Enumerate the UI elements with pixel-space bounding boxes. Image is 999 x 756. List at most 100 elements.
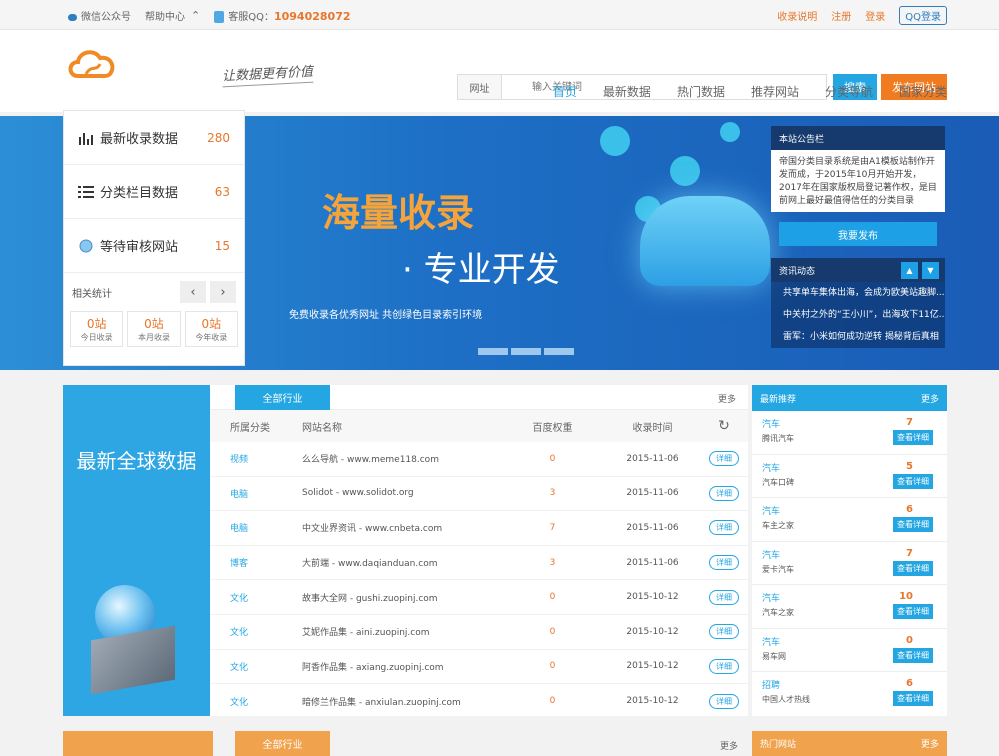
detail-button[interactable]: 详细 xyxy=(709,555,739,571)
data-table: 所属分类 网站名称 百度权重 收录时间 ↻ 视频 么么导航 - www.meme… xyxy=(210,410,748,716)
login-link[interactable]: 登录 xyxy=(865,8,885,23)
nav-home[interactable]: 首页 xyxy=(546,83,583,118)
table-row[interactable]: 电脑 中文业界资讯 - www.cnbeta.com 7 2015-11-06 … xyxy=(210,511,748,546)
detail-button[interactable]: 详细 xyxy=(709,693,739,709)
chevron-down-icon[interactable]: ▼ xyxy=(922,261,939,279)
slider-dots[interactable] xyxy=(478,348,577,355)
hot-more-link[interactable]: 更多 xyxy=(921,737,939,750)
detail-button[interactable]: 详细 xyxy=(709,485,739,501)
chevron-left-icon[interactable]: ‹ xyxy=(180,281,206,303)
hot-sites-header: 热门网站 更多 xyxy=(752,731,947,756)
detail-button[interactable]: 详细 xyxy=(709,589,739,605)
qq-login-button[interactable]: QQ登录 xyxy=(899,6,947,25)
register-link[interactable]: 注册 xyxy=(831,8,851,23)
slider-dot[interactable] xyxy=(511,348,541,355)
banner-subtitle: · 专业开发 xyxy=(402,250,560,290)
table-header: 所属分类 网站名称 百度权重 收录时间 ↻ xyxy=(210,410,748,442)
recommend-item[interactable]: 招聘 中国人才热线 6 查看详细 xyxy=(752,672,947,716)
header: 让数据更有价值 网址 搜索 发布网站 首页 最新数据 热门数据 推荐网站 分类导… xyxy=(0,30,999,118)
wechat-link[interactable]: 微信公众号 xyxy=(68,8,131,23)
recommend-panel: 最新推荐 更多 汽车 腾讯汽车 7 查看详细 汽车 汽车口碑 5 查看详细 汽车… xyxy=(752,385,947,716)
logo-icon[interactable] xyxy=(66,44,118,84)
stat-row-category[interactable]: 分类栏目数据 63 xyxy=(64,165,244,219)
recommend-item[interactable]: 汽车 腾讯汽车 7 查看详细 xyxy=(752,411,947,455)
table-row[interactable]: 文化 艾妮作品集 - aini.zuopinj.com 0 2015-10-12… xyxy=(210,615,748,650)
table-row[interactable]: 文化 故事大全网 - gushi.zuopinj.com 0 2015-10-1… xyxy=(210,580,748,615)
banner-tagline: 免费收录各优秀网址 共创绿色目录索引环境 xyxy=(289,310,483,321)
notice-text: 帝国分类目录系统是由A1模板站制作开发而成，于2015年10月开始开发，2017… xyxy=(771,150,945,212)
section-tabs: 全部行业 更多 xyxy=(210,385,748,410)
view-detail-button[interactable]: 查看详细 xyxy=(893,647,933,663)
view-detail-button[interactable]: 查看详细 xyxy=(893,430,933,445)
stat-row-latest[interactable]: 最新收录数据 280 xyxy=(64,111,244,165)
slider-dot[interactable] xyxy=(478,348,508,355)
nav-recommended[interactable]: 推荐网站 xyxy=(751,83,799,110)
view-detail-button[interactable]: 查看详细 xyxy=(893,517,933,532)
news-item[interactable]: 中关村之外的“王小川”，出海攻下11亿... xyxy=(783,304,945,326)
notice-title: 本站公告栏 xyxy=(771,126,945,150)
notice-publish-button[interactable]: 我要发布 xyxy=(779,222,937,246)
chevron-up-icon[interactable]: ▲ xyxy=(901,261,918,279)
nav-hot[interactable]: 热门数据 xyxy=(677,83,725,110)
tab-all-industries-2[interactable]: 全部行业 xyxy=(235,731,330,756)
detail-button[interactable]: 详细 xyxy=(709,451,739,467)
main-nav: 首页 最新数据 热门数据 推荐网站 分类导航 国家分类 xyxy=(527,83,947,118)
news-header: 资讯动态 ▲ ▼ xyxy=(771,258,945,282)
bar-chart-icon xyxy=(78,131,94,145)
section-banner: 最新全球数据 xyxy=(63,385,222,716)
hot-section: 全部行业 更多 热门网站 更多 xyxy=(63,731,947,756)
table-row[interactable]: 博客 大前端 - www.daqianduan.com 3 2015-11-06… xyxy=(210,546,748,581)
table-row[interactable]: 电脑 Solidot - www.solidot.org 3 2015-11-0… xyxy=(210,477,748,512)
recommend-more-link[interactable]: 更多 xyxy=(921,392,939,405)
stat-title: 相关统计 xyxy=(72,288,112,300)
qq-service[interactable]: 客服QQ：1094028072 xyxy=(214,8,351,23)
caret-up-icon: ⌃ xyxy=(191,9,201,22)
nav-latest[interactable]: 最新数据 xyxy=(603,83,651,110)
search-type-label[interactable]: 网址 xyxy=(458,75,502,99)
guide-link[interactable]: 收录说明 xyxy=(777,8,817,23)
help-link[interactable]: 帮助中心 xyxy=(145,8,185,23)
detail-button[interactable]: 详细 xyxy=(709,658,739,674)
notice-panel: 本站公告栏 帝国分类目录系统是由A1模板站制作开发而成，于2015年10月开始开… xyxy=(771,126,945,366)
count-month: 0站 本月收录 xyxy=(127,311,181,347)
hot-section-banner xyxy=(63,731,213,756)
count-today: 0站 今日收录 xyxy=(70,311,124,347)
qq-icon xyxy=(214,11,225,23)
news-item[interactable]: 共享单车集体出海，会成为欧美站趣脚... xyxy=(783,282,945,304)
table-row[interactable]: 视频 么么导航 - www.meme118.com 0 2015-11-06 详… xyxy=(210,442,748,477)
recommend-item[interactable]: 汽车 汽车之家 10 查看详细 xyxy=(752,585,947,629)
wechat-icon xyxy=(68,13,77,21)
recommend-item[interactable]: 汽车 爱卡汽车 7 查看详细 xyxy=(752,542,947,585)
list-icon xyxy=(78,185,94,199)
nav-categories[interactable]: 分类导航 xyxy=(825,83,873,110)
recommend-item[interactable]: 汽车 汽车口碑 5 查看详细 xyxy=(752,455,947,498)
view-detail-button[interactable]: 查看详细 xyxy=(893,473,933,489)
more-link[interactable]: 更多 xyxy=(718,392,736,405)
chevron-right-icon[interactable]: › xyxy=(210,281,236,303)
globe-icon xyxy=(78,239,94,253)
recommend-item[interactable]: 汽车 车主之家 6 查看详细 xyxy=(752,498,947,542)
code-bubble-icon xyxy=(600,126,630,156)
table-row[interactable]: 文化 阿香作品集 - axiang.zuopinj.com 0 2015-10-… xyxy=(210,650,748,685)
more-link-2[interactable]: 更多 xyxy=(720,739,738,752)
detail-button[interactable]: 详细 xyxy=(709,520,739,536)
recommend-header: 最新推荐 更多 xyxy=(752,385,947,411)
top-bar: 微信公众号 帮助中心 ⌃ 客服QQ：1094028072 收录说明 注册 登录 … xyxy=(0,0,999,30)
recommend-item[interactable]: 汽车 易车网 0 查看详细 xyxy=(752,629,947,672)
view-detail-button[interactable]: 查看详细 xyxy=(893,604,933,619)
table-row[interactable]: 文化 暗修兰作品集 - anxiulan.zuopinj.com 0 2015-… xyxy=(210,684,748,719)
news-item[interactable]: 雷军：小米如何成功逆转 揭秘背后真相 xyxy=(783,326,945,348)
view-detail-button[interactable]: 查看详细 xyxy=(893,691,933,706)
detail-button[interactable]: 详细 xyxy=(709,624,739,640)
view-detail-button[interactable]: 查看详细 xyxy=(893,560,933,576)
cloud-illustration xyxy=(640,196,770,286)
slider-dot[interactable] xyxy=(544,348,574,355)
refresh-icon[interactable]: ↻ xyxy=(700,418,748,434)
nav-countries[interactable]: 国家分类 xyxy=(899,83,947,110)
banner-title: 海量收录 xyxy=(322,191,475,235)
stat-row-pending[interactable]: 等待审核网站 15 xyxy=(64,219,244,273)
tab-all-industries[interactable]: 全部行业 xyxy=(235,385,330,410)
section-title: 最新全球数据 xyxy=(76,449,197,473)
news-list: 共享单车集体出海，会成为欧美站趣脚... 中关村之外的“王小川”，出海攻下11亿… xyxy=(771,282,945,348)
slogan: 让数据更有价值 xyxy=(221,60,314,88)
